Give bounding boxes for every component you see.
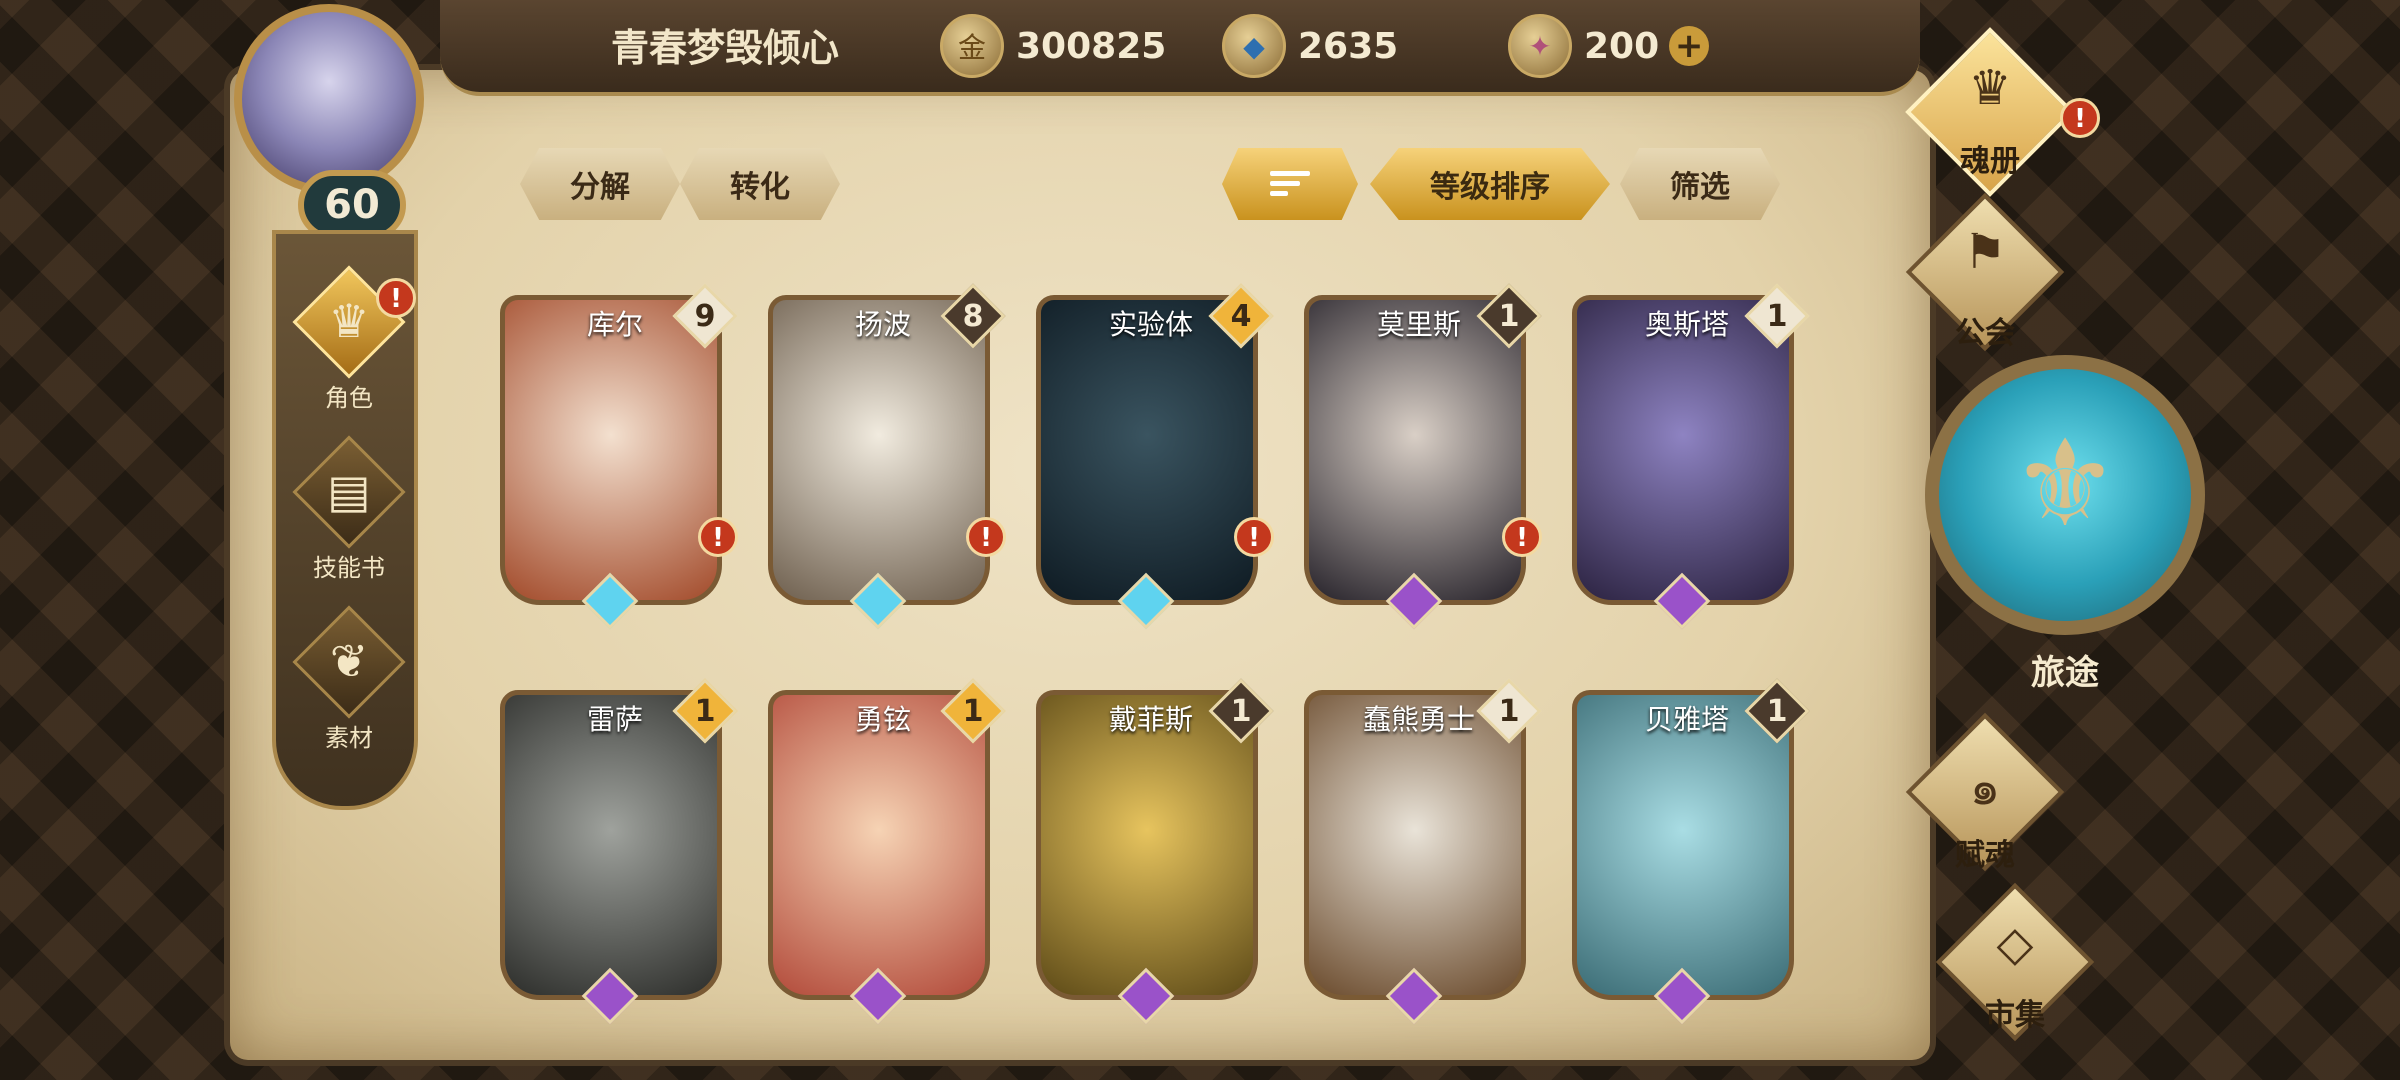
alert-icon: ! [376,278,416,318]
alert-icon: ! [698,517,738,557]
hero-count: 4 [1230,298,1252,334]
gem-value: 200 [1584,25,1660,67]
pink-gem-icon: ✦ [1508,14,1572,78]
gem-shape [849,572,907,630]
hero-count-badge: 1 [1208,678,1274,744]
guild-icon: ⚑ [1963,224,2007,280]
soul-book-button[interactable]: ♛ 魂册 ! [1890,27,2100,210]
endow-soul-label: 赋魂 [1955,838,2015,873]
hero-card[interactable]: 戴菲斯 1 [1036,678,1274,1030]
swirl-icon: ๑ [1969,760,2001,816]
hero-count: 1 [962,693,984,729]
hero-count-badge: 1 [1744,283,1810,349]
add-gem-button[interactable]: + [1669,26,1710,66]
alert-icon: ! [1234,517,1274,557]
purple-rarity-gem-icon [1382,967,1446,1025]
left-nav: ♛ 角色 ! ▤ 技能书 ❦ 素材 [272,230,418,810]
gem-currency: ✦ 200 + [1508,14,1710,78]
journey-label: 旅途 [2031,653,2099,693]
sort-icon [1270,171,1310,197]
gem-shape [849,967,907,1025]
purple-rarity-gem-icon [1650,967,1714,1025]
gem-shape [1385,572,1443,630]
hero-card[interactable]: 莫里斯 1! [1304,283,1542,635]
gem-shape [1653,967,1711,1025]
crystal-value: 2635 [1298,25,1399,67]
player-name: 青春梦毁倾心 [610,26,839,70]
hero-card[interactable]: 奥斯塔 1 [1572,283,1810,635]
gem-shape [581,967,639,1025]
hero-count-badge: 4 [1208,283,1274,349]
purple-rarity-gem-icon [1382,572,1446,630]
avatar-frame[interactable]: 60 [210,0,490,240]
nav-label-character: 角色 [325,384,373,412]
hero-count-badge: 1 [1476,678,1542,744]
hero-count: 1 [1498,693,1520,729]
purple-rarity-gem-icon [578,967,642,1025]
hero-card[interactable]: 蠢熊勇士 1 [1304,678,1542,1030]
alert-icon: ! [966,517,1006,557]
hero-count-badge: 1 [940,678,1006,744]
alert-icon: ! [1502,517,1542,557]
nav-label-material: 素材 [325,724,373,752]
hero-card[interactable]: 扬波 8! [768,283,1006,635]
convert-button[interactable]: 转化 [680,148,840,220]
crystal-currency: ◆ 2635 [1222,14,1398,78]
endow-soul-button[interactable]: ๑ 赋魂 [1885,712,2085,880]
hero-count: 1 [1766,298,1788,334]
gold-value: 300825 [1016,25,1167,67]
decompose-button[interactable]: 分解 [520,148,680,220]
hero-count: 1 [1766,693,1788,729]
blue-rarity-gem-icon [578,572,642,630]
hero-count-badge: 1 [672,678,738,744]
purple-rarity-gem-icon [1650,572,1714,630]
hero-card[interactable]: 勇铉 1 [768,678,1006,1030]
filter-button[interactable]: 筛选 [1620,148,1780,220]
market-button[interactable]: ◇ 市集 [1915,882,2115,1050]
hero-count-badge: 1 [1744,678,1810,744]
purple-rarity-gem-icon [1114,967,1178,1025]
sort-order-button[interactable] [1222,148,1358,220]
level-sort-button[interactable]: 等级排序 [1370,148,1610,220]
hero-count: 9 [694,298,716,334]
gem-shape [1117,967,1175,1025]
guild-button[interactable]: ⚑ 公会 [1885,192,2085,360]
purple-rarity-gem-icon [846,967,910,1025]
blue-rarity-gem-icon [1114,572,1178,630]
diamond-gem-icon: ◇ [1996,916,2034,972]
blue-crystal-icon: ◆ [1222,14,1286,78]
hero-count: 1 [694,693,716,729]
nav-label-skillbook: 技能书 [313,554,385,582]
avatar[interactable] [234,4,424,194]
market-label: 市集 [1985,998,2045,1033]
soul-book-icon: ♛ [1968,60,2012,116]
hero-card[interactable]: 雷萨 1 [500,678,738,1030]
hero-card[interactable]: 实验体 4! [1036,283,1274,635]
journey-button[interactable]: ⚜ 旅途 [1925,355,2205,693]
gem-shape [1117,572,1175,630]
gem-shape [581,572,639,630]
nav-item-character[interactable]: ♛ 角色 ! [284,265,416,424]
nav-item-skillbook[interactable]: ▤ 技能书 [284,435,414,594]
guild-label: 公会 [1955,316,2015,351]
skillbook-icon: ▤ [327,464,371,518]
hero-count-badge: 1 [1476,283,1542,349]
hero-count-badge: 8 [940,283,1006,349]
alert-icon: ! [2060,98,2100,138]
soul-book-label: 魂册 [1960,144,2020,179]
material-icon: ❦ [329,634,369,688]
hero-count: 1 [1498,298,1520,334]
gold-coin-icon: 金 [940,14,1004,78]
gem-shape [1385,967,1443,1025]
nav-item-material[interactable]: ❦ 素材 [284,605,414,764]
hero-count-badge: 9 [672,283,738,349]
gem-shape [1653,572,1711,630]
hero-card[interactable]: 库尔 9! [500,283,738,635]
hero-card[interactable]: 贝雅塔 1 [1572,678,1810,1030]
hero-count: 1 [1230,693,1252,729]
blue-rarity-gem-icon [846,572,910,630]
trident-emblem-icon: ⚜ [2011,415,2119,554]
gold-currency: 金 300825 [940,14,1166,78]
hero-count: 8 [962,298,984,334]
